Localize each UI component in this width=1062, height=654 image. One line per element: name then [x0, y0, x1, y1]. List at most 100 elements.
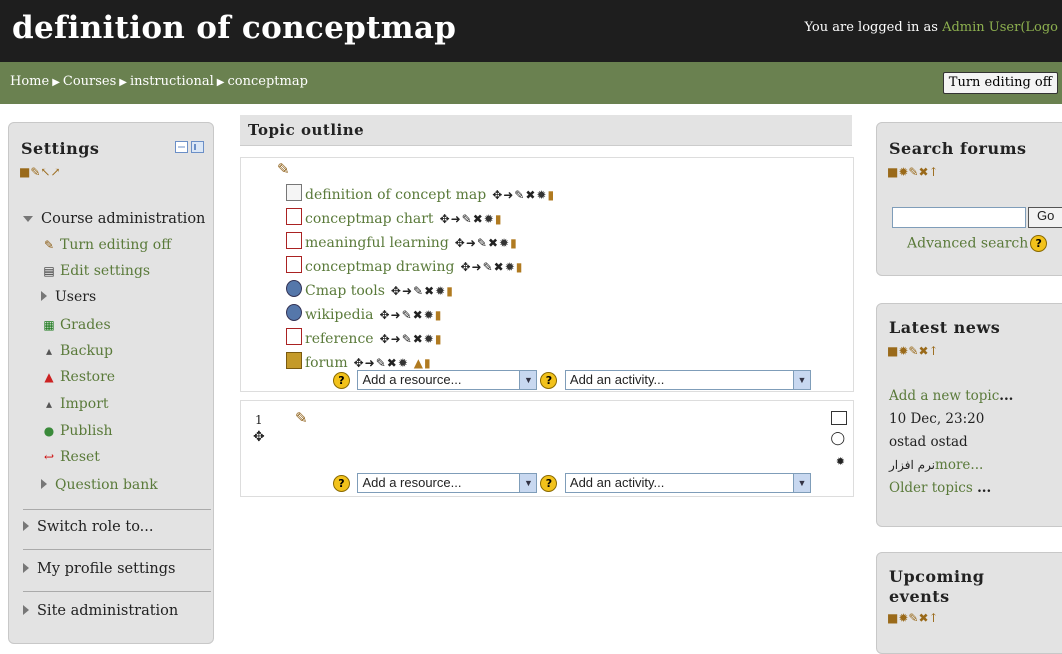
settings-item-reset[interactable]: ↩ Reset [41, 449, 100, 465]
resource-item[interactable]: forum ✥➜✎✖✹ ▲▮ [286, 352, 432, 371]
resource-item[interactable]: meaningful learning ✥➜✎✖✹▮ [286, 232, 518, 251]
resource-link[interactable]: meaningful learning [305, 235, 449, 251]
older-topics-row[interactable]: Older topics ... [889, 480, 991, 496]
block-edit-icons[interactable]: ■✹✎✖↑ [887, 344, 939, 358]
logout-link[interactable]: (Logo [1020, 20, 1058, 35]
resource-item[interactable]: conceptmap chart ✥➜✎✖✹▮ [286, 208, 502, 227]
resource-edit-icons[interactable]: ✥➜✎✖✹▮ [391, 284, 454, 298]
resource-edit-icons[interactable]: ✥➜✎✖✹▮ [492, 188, 555, 202]
move-section-icon[interactable]: ✥ [253, 429, 265, 445]
breadcrumb-separator-icon: ▶ [52, 77, 60, 88]
resource-edit-icons[interactable]: ✥➜✎✖✹ ▲▮ [354, 356, 432, 370]
profile-settings-header[interactable]: My profile settings [23, 561, 175, 577]
settings-item-publish[interactable]: ● Publish [41, 423, 113, 439]
help-icon[interactable]: ? [333, 474, 350, 492]
resource-link[interactable]: conceptmap chart [305, 211, 434, 227]
older-topics-link[interactable]: Older topics [889, 480, 973, 496]
settings-item-restore[interactable]: ▲ Restore [41, 369, 115, 385]
help-icon[interactable]: ? [540, 371, 558, 389]
course-administration-header[interactable]: Course administration [23, 211, 205, 227]
resource-item[interactable]: wikipedia ✥➜✎✖✹▮ [286, 304, 442, 323]
more-link[interactable]: more... [935, 457, 983, 473]
breadcrumb-courses[interactable]: Courses [63, 74, 116, 89]
settings-item-turn-editing-off[interactable]: ✎ Turn editing off [41, 237, 171, 253]
edit-summary-icon[interactable]: ✎ [295, 409, 308, 427]
user-link[interactable]: Admin User [942, 20, 1020, 35]
pencil-icon: ✎ [43, 238, 55, 252]
settings-item-grades[interactable]: ▦ Grades [41, 317, 110, 333]
breadcrumb-home[interactable]: Home [10, 74, 49, 89]
settings-item-import[interactable]: ▴ Import [41, 396, 109, 412]
settings-item-edit-settings[interactable]: ▤ Edit settings [41, 263, 150, 279]
help-icon[interactable]: ? [540, 474, 558, 492]
breadcrumb-separator-icon: ▶ [119, 77, 127, 88]
search-input[interactable] [892, 207, 1026, 228]
dropdown-arrow-icon: ▼ [519, 371, 537, 389]
resource-item[interactable]: conceptmap drawing ✥➜✎✖✹▮ [286, 256, 523, 275]
add-resource-value: Add a resource... [362, 372, 462, 387]
settings-title: Settings [21, 139, 100, 158]
document-icon [286, 184, 302, 201]
course-section-0: ✎ definition of concept map ✥➜✎✖✹▮ concep… [240, 157, 854, 392]
divider [23, 549, 211, 550]
globe-icon: ● [43, 424, 55, 438]
breadcrumb-conceptmap: conceptmap [227, 74, 308, 89]
site-administration-header[interactable]: Site administration [23, 603, 178, 619]
upcoming-events-title: Upcoming events [889, 567, 984, 607]
resource-edit-icons[interactable]: ✥➜✎✖✹▮ [455, 236, 518, 250]
highlight-section-icon[interactable] [831, 411, 847, 425]
import-icon: ▴ [45, 397, 53, 411]
resource-item[interactable]: reference ✥➜✎✖✹▮ [286, 328, 442, 347]
expanded-arrow-icon [23, 216, 33, 222]
resource-link[interactable]: wikipedia [305, 307, 373, 323]
search-forums-title: Search forums [889, 139, 1027, 158]
resource-link[interactable]: reference [305, 331, 374, 347]
profile-settings-label: My profile settings [37, 561, 176, 577]
resource-edit-icons[interactable]: ✥➜✎✖✹▮ [380, 332, 443, 346]
topic-outline-title: Topic outline [248, 121, 365, 139]
help-icon[interactable]: ? [333, 371, 350, 389]
add-content-row: ? Add a resource... ▼? Add an activity...… [333, 473, 814, 493]
add-new-topic-link[interactable]: Add a new topic [889, 388, 999, 404]
settings-item-question-bank[interactable]: Question bank [41, 477, 158, 493]
resource-link[interactable]: forum [305, 355, 348, 371]
add-activity-select[interactable]: Add an activity... ▼ [564, 473, 811, 493]
block-edit-icons[interactable]: ■✹✎✖↑ [887, 165, 939, 179]
help-icon[interactable]: ? [1030, 235, 1048, 252]
resource-edit-icons[interactable]: ✥➜✎✖✹▮ [460, 260, 523, 274]
add-resource-select[interactable]: Add a resource... ▼ [357, 473, 538, 493]
add-topic-row[interactable]: Add a new topic... [889, 388, 1013, 404]
advanced-search-link[interactable]: Advanced search? [907, 235, 1048, 252]
dropdown-arrow-icon: ▼ [792, 474, 810, 492]
settings-item-users[interactable]: Users [41, 289, 96, 305]
switch-role-header[interactable]: Switch role to... [23, 519, 154, 535]
resource-item[interactable]: Cmap tools ✥➜✎✖✹▮ [286, 280, 454, 299]
resource-link[interactable]: definition of concept map [305, 187, 486, 203]
edit-summary-icon[interactable]: ✎ [277, 160, 290, 178]
settings-item-label: Reset [60, 449, 100, 465]
add-resource-value: Add a resource... [362, 475, 462, 490]
eye-icon[interactable]: ✹ [836, 455, 845, 468]
go-button[interactable]: Go [1028, 207, 1062, 228]
add-activity-value: Add an activity... [569, 372, 665, 387]
resource-edit-icons[interactable]: ✥➜✎✖✹▮ [440, 212, 503, 226]
turn-editing-off-button[interactable]: Turn editing off [942, 72, 1058, 94]
add-activity-select[interactable]: Add an activity... ▼ [564, 370, 811, 390]
resource-link[interactable]: conceptmap drawing [305, 259, 454, 275]
settings-item-backup[interactable]: ▴ Backup [41, 343, 113, 359]
advanced-search-label: Advanced search [907, 235, 1029, 252]
divider [23, 591, 211, 592]
resource-link[interactable]: Cmap tools [305, 283, 385, 299]
news-title: نرم افزار [889, 458, 936, 472]
breadcrumb-instructional[interactable]: instructional [130, 74, 214, 89]
news-author: ostad ostad [889, 434, 968, 450]
block-edit-icons[interactable]: ■✎↖↗ [19, 165, 61, 179]
settings-item-label: Turn editing off [60, 237, 172, 253]
block-edit-icons[interactable]: ■✹✎✖↑ [887, 611, 939, 625]
lightbulb-icon[interactable]: ◯ [830, 431, 845, 446]
add-resource-select[interactable]: Add a resource... ▼ [357, 370, 538, 390]
resource-item[interactable]: definition of concept map ✥➜✎✖✹▮ [286, 184, 555, 203]
resource-edit-icons[interactable]: ✥➜✎✖✹▮ [379, 308, 442, 322]
older-topics-ellipsis: ... [977, 480, 992, 496]
collapse-dock-icon[interactable] [175, 141, 205, 153]
